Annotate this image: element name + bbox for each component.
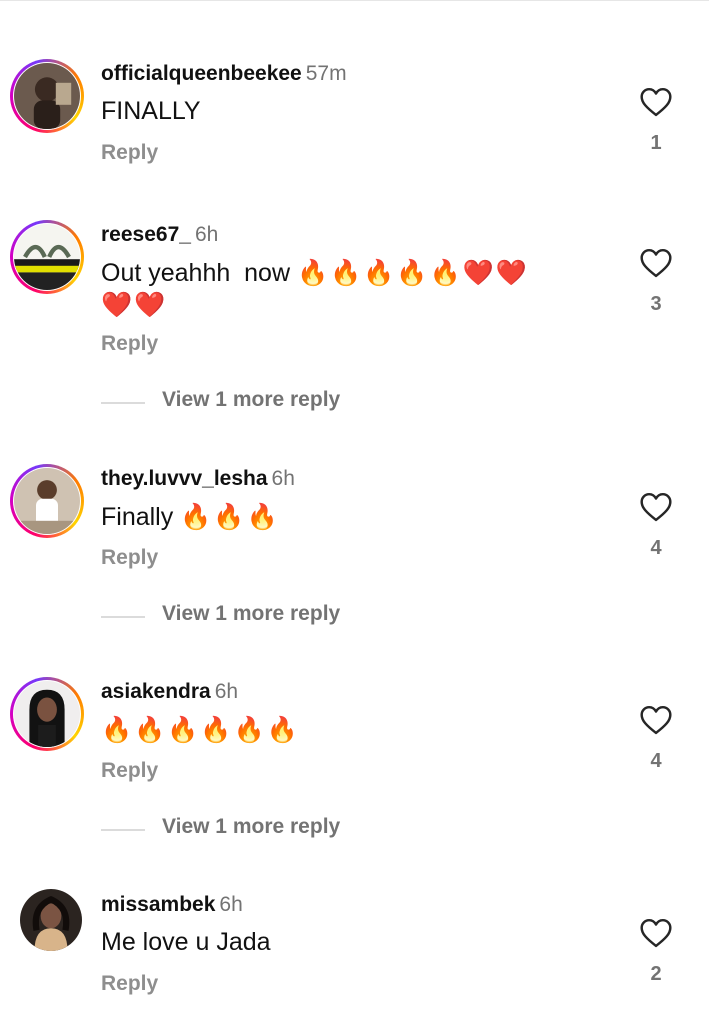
comment-emoji: 🔥🔥🔥	[180, 502, 280, 531]
username[interactable]: officialqueenbeekee	[101, 62, 302, 85]
comment-meta: reese67_ 6h	[101, 223, 218, 247]
view-more-label[interactable]: View 1 more reply	[162, 388, 340, 412]
avatar[interactable]	[10, 220, 84, 294]
heart-icon[interactable]	[639, 705, 673, 735]
avatar[interactable]	[10, 677, 84, 751]
username[interactable]: they.luvvv_lesha	[101, 467, 268, 490]
comment-meta: missambek 6h	[101, 893, 243, 917]
view-more-replies[interactable]: View 1 more reply	[101, 815, 501, 845]
reply-button[interactable]: Reply	[101, 141, 158, 165]
heart-icon[interactable]	[639, 248, 673, 278]
comment-time: 6h	[271, 467, 295, 490]
comment-time: 6h	[214, 680, 239, 703]
comment-text: Out yeahhh now 🔥🔥🔥🔥🔥❤️❤️ ❤️❤️	[101, 257, 601, 321]
comment-text-body: Out yeahhh now	[101, 259, 297, 287]
comment-text: Finally 🔥🔥🔥	[101, 501, 601, 533]
comment-text-body: Finally	[101, 503, 181, 531]
view-more-label[interactable]: View 1 more reply	[162, 815, 340, 839]
comment-meta: officialqueenbeekee 57m	[101, 62, 347, 86]
comment-text: FINALLY	[101, 96, 601, 127]
heart-icon[interactable]	[639, 87, 673, 117]
comment-meta: asiakendra 6h	[101, 680, 238, 704]
comment-time: 6h	[219, 893, 243, 916]
view-more-label[interactable]: View 1 more reply	[162, 602, 340, 626]
username[interactable]: missambek	[101, 893, 215, 916]
top-divider	[0, 0, 709, 1]
comment-emoji: 🔥🔥🔥🔥🔥🔥	[101, 715, 300, 744]
comment-text: 🔥🔥🔥🔥🔥🔥	[101, 714, 601, 746]
comment-meta: they.luvvv_lesha 6h	[101, 467, 295, 491]
like-count: 4	[650, 537, 662, 559]
comment-text: Me love u Jada	[101, 927, 601, 958]
comment-text-body: FINALLY	[101, 97, 201, 125]
username[interactable]: reese67_	[101, 223, 191, 246]
heart-icon[interactable]	[639, 918, 673, 948]
comment-time: 6h	[194, 223, 219, 246]
avatar[interactable]	[20, 889, 82, 951]
username[interactable]: asiakendra	[101, 680, 211, 703]
divider-line	[101, 829, 145, 831]
like-count: 2	[650, 963, 662, 985]
comment-text-body: Me love u Jada	[101, 928, 271, 956]
like-count: 1	[650, 132, 662, 154]
view-more-replies[interactable]: View 1 more reply	[101, 388, 501, 418]
divider-line	[101, 616, 145, 618]
reply-button[interactable]: Reply	[101, 332, 158, 356]
heart-icon[interactable]	[639, 492, 673, 522]
like-count: 4	[650, 750, 662, 772]
reply-button[interactable]: Reply	[101, 759, 158, 783]
avatar[interactable]	[10, 59, 84, 133]
avatar[interactable]	[10, 464, 84, 538]
view-more-replies[interactable]: View 1 more reply	[101, 602, 501, 632]
like-count: 3	[650, 293, 662, 315]
reply-button[interactable]: Reply	[101, 972, 158, 996]
divider-line	[101, 402, 145, 404]
comment-time: 57m	[305, 62, 347, 85]
reply-button[interactable]: Reply	[101, 546, 158, 570]
